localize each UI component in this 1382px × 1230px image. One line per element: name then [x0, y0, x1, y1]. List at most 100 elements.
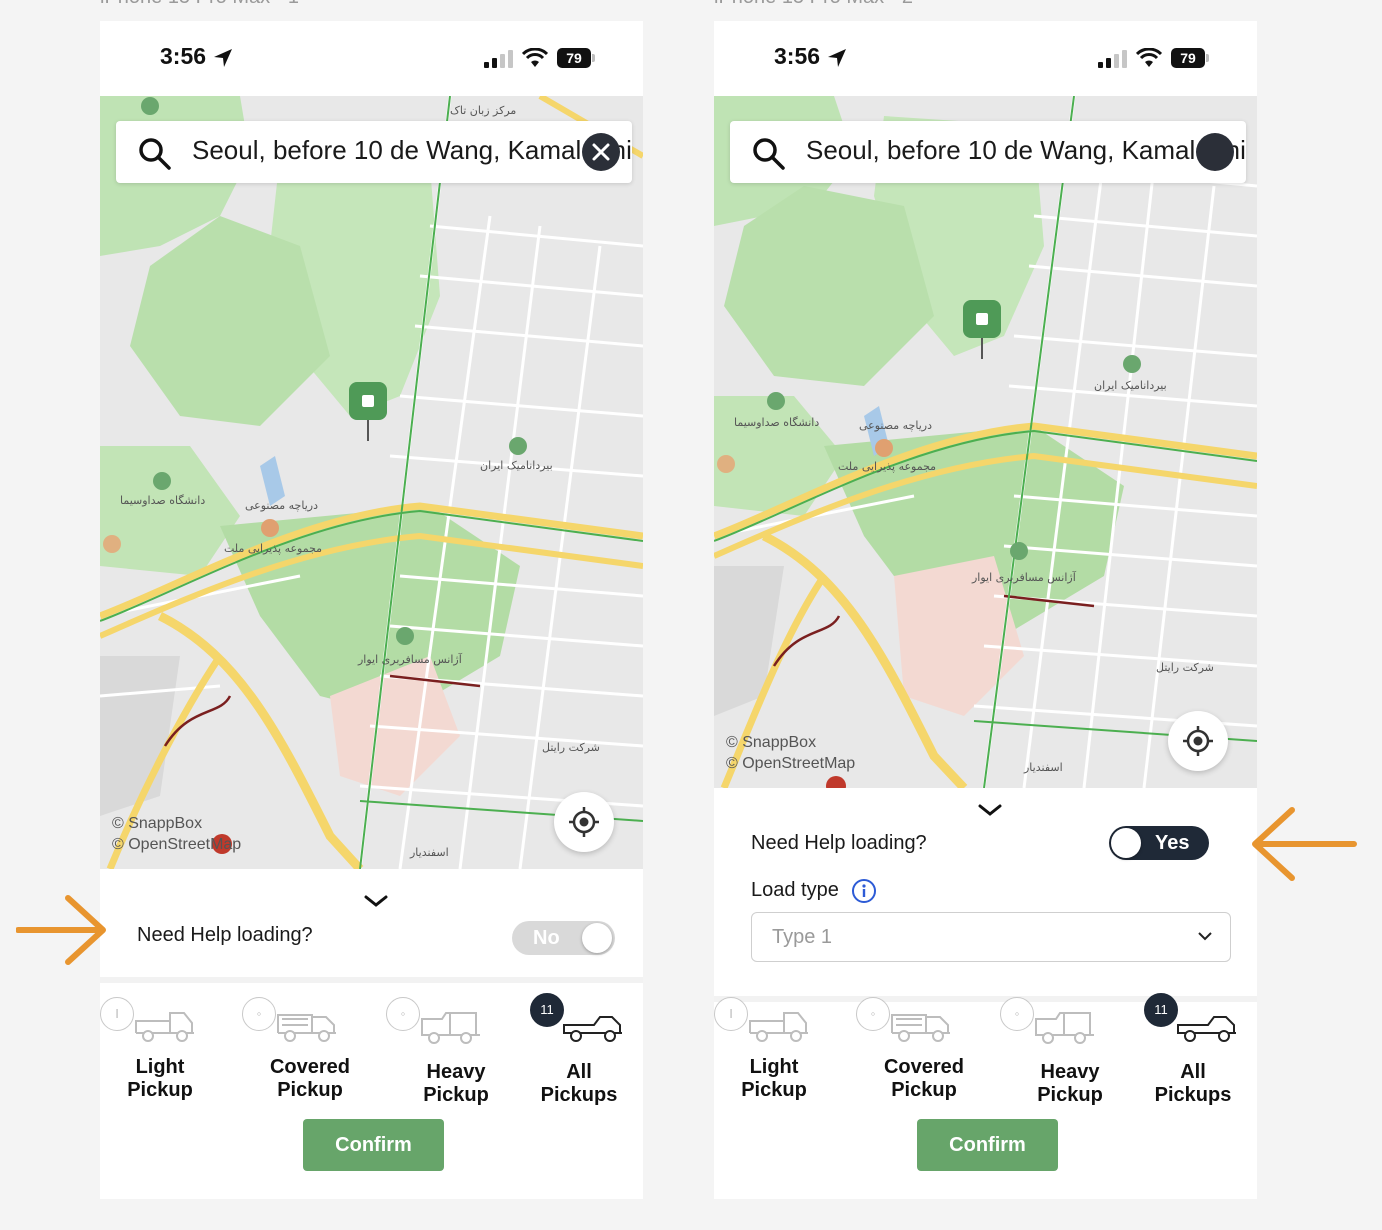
- map-attribution: © SnappBox © OpenStreetMap: [112, 815, 242, 853]
- help-loading-toggle[interactable]: Yes: [1109, 826, 1209, 860]
- load-type-value: Type 1: [772, 926, 833, 948]
- vehicle-badge: I: [714, 997, 748, 1031]
- svg-text:بیردانامیک ایران: بیردانامیک ایران: [1094, 379, 1167, 392]
- info-icon[interactable]: [851, 878, 877, 904]
- wifi-icon: [1136, 48, 1162, 67]
- vehicle-badge: ◦: [1000, 997, 1034, 1031]
- gps-icon: [1183, 726, 1213, 756]
- vehicle-label-line2: Pickups: [540, 1084, 618, 1106]
- vehicle-label-line1: Light: [135, 1056, 185, 1078]
- map-tiles[interactable]: مرکز زبان تاک دانشگاه صداوسیما دریاچه مص…: [100, 96, 643, 869]
- truck-icon: [749, 1012, 808, 1042]
- search-input[interactable]: Seoul, before 10 de Wang, Kamal Amin: [806, 135, 1246, 166]
- svg-text:اسفندیار: اسفندیار: [409, 846, 449, 859]
- vehicle-label-line2: Pickup: [127, 1079, 193, 1101]
- battery-icon: 79: [1171, 48, 1209, 68]
- svg-text:دریاچه مصنوعی: دریاچه مصنوعی: [245, 499, 318, 512]
- truck-icon: [563, 1016, 622, 1042]
- search-icon: [139, 138, 171, 170]
- truck-icon: [1177, 1016, 1236, 1042]
- svg-text:بیردانامیک ایران: بیردانامیک ایران: [480, 459, 553, 472]
- svg-text:شرکت رایتل: شرکت رایتل: [1156, 661, 1214, 674]
- vehicle-badge: 11: [530, 993, 564, 1027]
- vehicle-option-covered-pickup[interactable]: ◦ Covered Pickup: [242, 983, 378, 1113]
- map-attribution: © SnappBox © OpenStreetMap: [726, 734, 856, 772]
- truck-icon: [135, 1012, 194, 1042]
- truck-icon: [421, 1012, 480, 1044]
- vehicle-type-list: I Light Pickup ◦ Covered Pickup ◦ Heavy …: [100, 983, 643, 1113]
- close-icon: [592, 143, 610, 161]
- clear-search-button[interactable]: [1196, 133, 1234, 171]
- chevron-down-icon: [1198, 932, 1212, 941]
- chevron-down-icon[interactable]: [978, 804, 1002, 816]
- annotation-arrow-icon: [1252, 807, 1357, 881]
- truck-icon: [1035, 1012, 1094, 1044]
- toggle-state-label: No: [533, 927, 560, 949]
- confirm-button[interactable]: Confirm: [303, 1119, 444, 1171]
- vehicle-badge: 11: [1144, 993, 1178, 1027]
- chevron-down-icon[interactable]: [364, 895, 388, 907]
- map-view[interactable]: مرکز زبان تاک دانشگاه صداوسیما دریاچه مص…: [100, 96, 643, 869]
- svg-text:آژانس مسافربری ایوار: آژانس مسافربری ایوار: [971, 570, 1077, 584]
- vehicle-badge: I: [100, 997, 134, 1031]
- search-bar[interactable]: Seoul, before 10 de Wang, Kamal Amin: [116, 121, 632, 183]
- vehicle-badge: ◦: [856, 997, 890, 1031]
- clear-search-button[interactable]: [582, 133, 620, 171]
- vehicle-label-line2: Pickup: [741, 1079, 807, 1101]
- help-loading-label: Need Help loading?: [751, 832, 927, 854]
- location-arrow-icon: [214, 49, 232, 67]
- help-loading-label: Need Help loading?: [137, 924, 313, 946]
- confirm-button[interactable]: Confirm: [917, 1119, 1058, 1171]
- current-location-button[interactable]: [554, 792, 614, 852]
- vehicle-badge: ◦: [242, 997, 276, 1031]
- status-bar: 3:56 79: [100, 21, 643, 96]
- vehicle-type-list: I Light Pickup ◦ Covered Pickup ◦ Heavy …: [714, 983, 1257, 1113]
- wifi-icon: [522, 48, 548, 67]
- map-tiles[interactable]: دانشگاه صداوسیما دریاچه مصنوعی مجموعه پذ…: [714, 96, 1257, 788]
- vehicle-label-line1: Light: [749, 1056, 799, 1078]
- vehicle-option-heavy-pickup[interactable]: ◦ Heavy Pickup: [386, 983, 522, 1113]
- vehicle-label-line2: Pickup: [891, 1079, 957, 1101]
- svg-text:مجموعه پذیرایی ملت: مجموعه پذیرایی ملت: [838, 460, 936, 473]
- vehicle-option-light-pickup[interactable]: I Light Pickup: [714, 983, 850, 1113]
- toggle-knob: [582, 923, 612, 953]
- vehicle-option-all-pickups[interactable]: 11 All Pickups: [510, 983, 643, 1113]
- signal-icon: [1098, 50, 1127, 68]
- svg-text:آژانس مسافربری ایوار: آژانس مسافربری ایوار: [357, 652, 463, 666]
- search-icon: [753, 138, 785, 170]
- help-loading-toggle[interactable]: No: [512, 921, 615, 955]
- vehicle-label-line1: Covered: [269, 1056, 351, 1078]
- search-bar[interactable]: Seoul, before 10 de Wang, Kamal Amin: [730, 121, 1246, 183]
- status-bar: 3:56 79: [714, 21, 1257, 96]
- frame-title-1: iPhone 15 Pro Max - 1: [100, 0, 299, 9]
- svg-text:اسفندیار: اسفندیار: [1023, 761, 1063, 774]
- bottom-sheet: Need Help loading? No I Light Pickup ◦ C…: [100, 869, 643, 1199]
- location-arrow-icon: [828, 49, 846, 67]
- load-type-label: Load type: [751, 879, 839, 901]
- truck-icon: [277, 1014, 336, 1042]
- annotation-arrow-icon: [16, 895, 106, 965]
- gps-icon: [569, 807, 599, 837]
- search-input[interactable]: Seoul, before 10 de Wang, Kamal Amin: [192, 135, 632, 166]
- phone-frame-2: 3:56 79 دانشگاه صداوسیما دریاچه مصنوعی م…: [714, 21, 1257, 1199]
- vehicle-option-all-pickups[interactable]: 11 All Pickups: [1124, 983, 1257, 1113]
- bottom-sheet: Need Help loading? Yes Load type Type 1 …: [714, 788, 1257, 1199]
- vehicle-label-line1: Heavy: [1040, 1061, 1100, 1083]
- vehicle-label-line1: Covered: [883, 1056, 965, 1078]
- vehicle-label-line2: Pickup: [423, 1084, 489, 1106]
- vehicle-option-light-pickup[interactable]: I Light Pickup: [100, 983, 236, 1113]
- vehicle-option-covered-pickup[interactable]: ◦ Covered Pickup: [856, 983, 992, 1113]
- load-type-select[interactable]: Type 1: [751, 912, 1231, 962]
- vehicle-label-line1: All: [566, 1061, 592, 1083]
- current-location-button[interactable]: [1168, 711, 1228, 771]
- map-view[interactable]: دانشگاه صداوسیما دریاچه مصنوعی مجموعه پذ…: [714, 96, 1257, 788]
- vehicle-label-line2: Pickups: [1154, 1084, 1232, 1106]
- status-time: 3:56: [160, 43, 207, 69]
- truck-icon: [891, 1014, 950, 1042]
- vehicle-option-heavy-pickup[interactable]: ◦ Heavy Pickup: [1000, 983, 1136, 1113]
- svg-text:مرکز زبان تاک: مرکز زبان تاک: [450, 104, 516, 117]
- battery-icon: 79: [557, 48, 595, 68]
- status-time: 3:56: [774, 43, 821, 69]
- svg-text:دریاچه مصنوعی: دریاچه مصنوعی: [859, 419, 932, 432]
- svg-text:دانشگاه صداوسیما: دانشگاه صداوسیما: [120, 494, 205, 507]
